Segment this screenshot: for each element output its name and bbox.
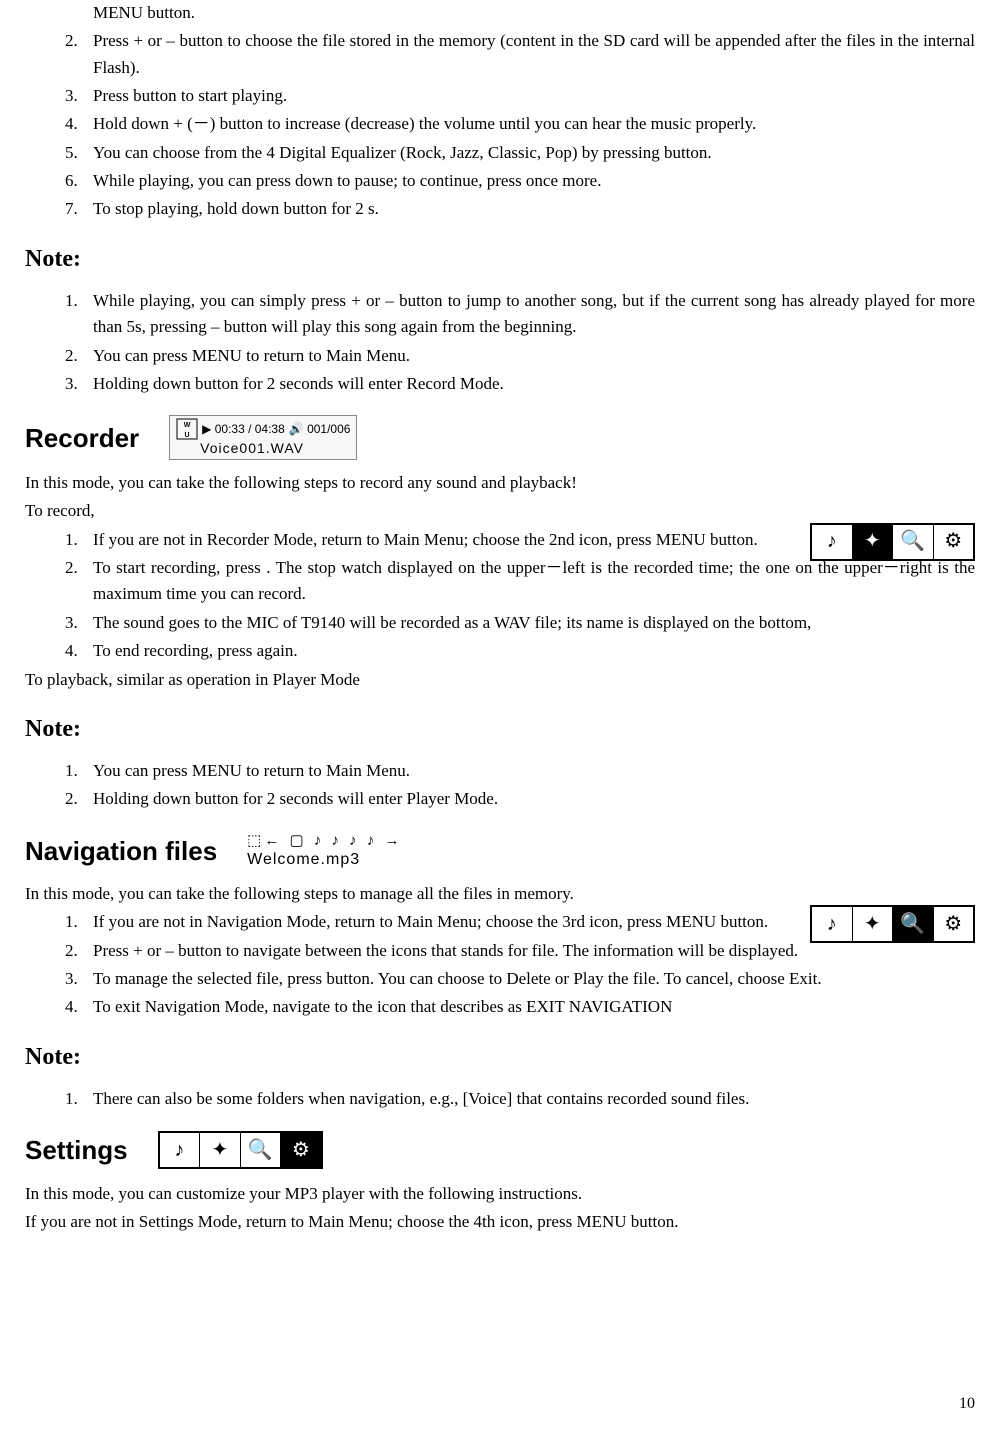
svg-text:U: U bbox=[185, 432, 190, 439]
page-number: 10 bbox=[959, 1392, 975, 1417]
music-icon: ♪ bbox=[812, 525, 853, 559]
recorder-intro: In this mode, you can take the following… bbox=[25, 470, 975, 496]
player-step-text: Hold down + (－) button to increase (decr… bbox=[93, 111, 975, 137]
list-number: 3. bbox=[65, 966, 93, 992]
list-number: 4. bbox=[65, 994, 93, 1020]
list-number: 3. bbox=[65, 371, 93, 397]
mic-icon: ✦ bbox=[200, 1133, 241, 1167]
recorder-lcd-display: WU ▶ 00:33 / 04:38 🔊 001/006 Voice001.WA… bbox=[169, 415, 357, 460]
list-number: 1. bbox=[65, 909, 93, 935]
note1-text: While playing, you can simply press + or… bbox=[93, 288, 975, 341]
player-step-text: You can choose from the 4 Digital Equali… bbox=[93, 140, 975, 166]
note-heading: Note: bbox=[25, 1039, 975, 1076]
music-icon: ♪ bbox=[812, 907, 853, 941]
list-number: 2. bbox=[65, 343, 93, 369]
navigation-steps-list: 1. If you are not in Navigation Mode, re… bbox=[25, 909, 975, 1020]
navigation-heading: Navigation files bbox=[25, 831, 217, 871]
note2-text: Holding down button for 2 seconds will e… bbox=[93, 786, 975, 812]
menu-icons-navigation: ♪ ✦ 🔍 ⚙ bbox=[810, 905, 975, 943]
mic-icon: ✦ bbox=[853, 525, 894, 559]
note3-text: There can also be some folders when navi… bbox=[93, 1086, 975, 1112]
search-icon: 🔍 bbox=[241, 1133, 282, 1167]
recorder-heading: Recorder bbox=[25, 418, 139, 458]
settings-icon: ⚙ bbox=[934, 525, 974, 559]
list-number: 3. bbox=[65, 610, 93, 636]
list-number: 2. bbox=[65, 786, 93, 812]
lcd-filename: Voice001.WAV bbox=[176, 440, 350, 457]
list-number: 2. bbox=[65, 938, 93, 964]
search-icon: 🔍 bbox=[893, 525, 934, 559]
player-step-text: Press button to start playing. bbox=[93, 83, 975, 109]
list-number: 2. bbox=[65, 28, 93, 81]
note1-text: You can press MENU to return to Main Men… bbox=[93, 343, 975, 369]
player-step-text: Press + or – button to choose the file s… bbox=[93, 28, 975, 81]
menu-icons-settings: ♪ ✦ 🔍 ⚙ bbox=[158, 1131, 323, 1169]
player-step-text: While playing, you can press down to pau… bbox=[93, 168, 975, 194]
list-number: 5. bbox=[65, 140, 93, 166]
list-number: 1. bbox=[65, 288, 93, 341]
note2-text: You can press MENU to return to Main Men… bbox=[93, 758, 975, 784]
playback-status-icon: WU bbox=[176, 418, 198, 440]
settings-icon: ⚙ bbox=[281, 1133, 321, 1167]
player-step-continued: MENU button. bbox=[93, 0, 975, 26]
mic-icon: ✦ bbox=[853, 907, 894, 941]
list-number: 3. bbox=[65, 83, 93, 109]
note1-list: 1.While playing, you can simply press + … bbox=[25, 288, 975, 397]
list-number: 1. bbox=[65, 527, 93, 553]
list-number: 1. bbox=[65, 758, 93, 784]
settings-intro2: If you are not in Settings Mode, return … bbox=[25, 1209, 975, 1235]
list-number: 2. bbox=[65, 555, 93, 608]
player-steps-list: MENU button. 2.Press + or – button to ch… bbox=[25, 0, 975, 223]
recorder-steps-list: 1. If you are not in Recorder Mode, retu… bbox=[25, 527, 975, 665]
list-number: 1. bbox=[65, 1086, 93, 1112]
list-number: 4. bbox=[65, 111, 93, 137]
navigation-step-text: To exit Navigation Mode, navigate to the… bbox=[93, 994, 975, 1020]
note-heading: Note: bbox=[25, 241, 975, 278]
recorder-step-text: To end recording, press again. bbox=[93, 638, 975, 664]
settings-intro1: In this mode, you can customize your MP3… bbox=[25, 1181, 975, 1207]
nav-lcd-icons: ⬚← ▢ ♪ ♪ ♪ ♪ → bbox=[247, 831, 402, 851]
navigation-heading-row: Navigation files ⬚← ▢ ♪ ♪ ♪ ♪ → Welcome.… bbox=[25, 831, 975, 871]
recorder-heading-row: Recorder WU ▶ 00:33 / 04:38 🔊 001/006 Vo… bbox=[25, 415, 975, 460]
note-heading: Note: bbox=[25, 711, 975, 748]
music-icon: ♪ bbox=[160, 1133, 201, 1167]
settings-heading: Settings bbox=[25, 1130, 128, 1170]
navigation-lcd-display: ⬚← ▢ ♪ ♪ ♪ ♪ → Welcome.mp3 bbox=[247, 831, 402, 871]
recorder-intro2: To record, bbox=[25, 498, 975, 524]
note1-text: Holding down button for 2 seconds will e… bbox=[93, 371, 975, 397]
note3-list: 1.There can also be some folders when na… bbox=[25, 1086, 975, 1112]
recorder-outro: To playback, similar as operation in Pla… bbox=[25, 667, 975, 693]
list-number: 6. bbox=[65, 168, 93, 194]
lcd-track: 001/006 bbox=[307, 422, 350, 436]
list-number: 7. bbox=[65, 196, 93, 222]
nav-lcd-file: Welcome.mp3 bbox=[247, 850, 402, 871]
search-icon: 🔍 bbox=[893, 907, 934, 941]
svg-text:W: W bbox=[184, 422, 191, 429]
recorder-step-text: The sound goes to the MIC of T9140 will … bbox=[93, 610, 975, 636]
settings-icon: ⚙ bbox=[934, 907, 974, 941]
settings-heading-row: Settings ♪ ✦ 🔍 ⚙ bbox=[25, 1130, 975, 1170]
recorder-step-text: To start recording, press . The stop wat… bbox=[93, 555, 975, 608]
navigation-step-text: To manage the selected file, press butto… bbox=[93, 966, 975, 992]
player-step-text: To stop playing, hold down button for 2 … bbox=[93, 196, 975, 222]
navigation-intro: In this mode, you can take the following… bbox=[25, 881, 975, 907]
note2-list: 1.You can press MENU to return to Main M… bbox=[25, 758, 975, 813]
lcd-time: 00:33 / 04:38 bbox=[215, 422, 285, 436]
menu-icons-recorder: ♪ ✦ 🔍 ⚙ bbox=[810, 523, 975, 561]
list-number: 4. bbox=[65, 638, 93, 664]
